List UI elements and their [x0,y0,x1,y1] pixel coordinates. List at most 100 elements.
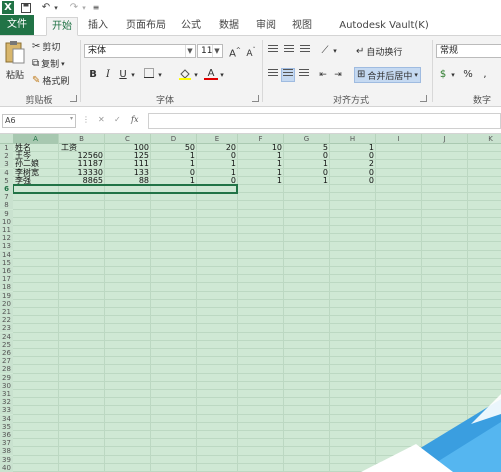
row-header-10[interactable]: 10 [0,217,13,226]
wrap-text-button[interactable]: ↵ 自动换行 [356,45,402,58]
row-header-15[interactable]: 15 [0,258,13,267]
cell-d4[interactable]: 0 [153,168,195,177]
row-header-19[interactable]: 19 [0,291,13,300]
tab-home[interactable]: 开始 [46,17,78,36]
cell-f3[interactable]: 1 [240,160,282,168]
row-header-33[interactable]: 33 [0,406,13,415]
cell-h2[interactable]: 0 [332,152,374,160]
row-header-39[interactable]: 39 [0,455,13,464]
row-header-28[interactable]: 28 [0,365,13,374]
align-top-icon[interactable] [266,44,280,58]
row-header-7[interactable]: 7 [0,193,13,202]
accounting-format-icon[interactable]: $ [436,68,450,82]
cell-f2[interactable]: 1 [240,152,282,160]
redo-icon[interactable]: ↷ [68,1,80,14]
row-header-4[interactable]: 4 [0,168,13,177]
row-header-16[interactable]: 16 [0,267,13,275]
worksheet-grid[interactable]: ABCDEFGHIJK 姓名 工资 100 50 20 10 5 1 王岑 12560 125 1 0 1… [0,134,501,472]
row-header-27[interactable]: 27 [0,357,13,366]
cell-h4[interactable]: 0 [332,168,374,177]
underline-icon[interactable]: U [116,68,130,82]
cell-g5[interactable]: 1 [286,176,328,185]
row-header-8[interactable]: 8 [0,201,13,210]
row-header-29[interactable]: 29 [0,373,13,382]
percent-icon[interactable]: % [461,68,475,82]
row-header-13[interactable]: 13 [0,242,13,251]
cell-g4[interactable]: 0 [286,168,328,177]
cell-h1[interactable]: 1 [332,144,374,152]
row-header-17[interactable]: 17 [0,275,13,284]
column-header-j[interactable]: J [422,134,468,144]
cut-button[interactable]: ✂ 剪切 [32,40,60,53]
name-box[interactable]: A6 [2,114,76,128]
italic-icon[interactable]: I [101,68,115,82]
decrease-indent-icon[interactable]: ⇤ [316,68,330,82]
number-format-combo[interactable]: 常规 [436,44,501,58]
row-header-37[interactable]: 37 [0,439,13,448]
formula-input[interactable] [148,113,501,129]
row-header-26[interactable]: 26 [0,349,13,357]
row-header-24[interactable]: 24 [0,332,13,341]
font-launcher-icon[interactable] [252,95,259,102]
row-header-20[interactable]: 20 [0,299,13,308]
align-bottom-icon[interactable] [298,44,312,58]
comma-style-icon[interactable]: , [478,68,492,82]
tab-review[interactable]: 审阅 [254,17,278,36]
row-header-5[interactable]: 5 [0,176,13,185]
merge-center-button[interactable]: ⊞ 合并后居中 ▾ [354,67,421,83]
row-header-14[interactable]: 14 [0,250,13,259]
enter-icon[interactable]: ✓ [114,115,121,124]
row-header-3[interactable]: 3 [0,160,13,169]
row-header-38[interactable]: 38 [0,447,13,456]
clipboard-launcher-icon[interactable] [70,95,77,102]
insert-function-icon[interactable]: fx [131,115,138,124]
column-header-k[interactable]: K [468,134,501,144]
tab-insert[interactable]: 插入 [84,17,112,36]
cell-g3[interactable]: 1 [286,160,328,168]
row-header-1[interactable]: 1 [0,144,13,152]
cell-g2[interactable]: 0 [286,152,328,160]
redo-dropdown-icon[interactable]: ▾ [80,1,88,14]
row-header-32[interactable]: 32 [0,398,13,407]
tab-autodesk-vault[interactable]: Autodesk Vault(K) [328,17,440,36]
row-header-12[interactable]: 12 [0,234,13,243]
align-right-icon[interactable] [297,68,311,82]
align-center-icon[interactable] [281,68,295,82]
undo-icon[interactable]: ↶ [40,1,52,14]
underline-dropdown-icon[interactable]: ▾ [129,68,137,82]
cell-f5[interactable]: 1 [240,176,282,185]
row-header-25[interactable]: 25 [0,340,13,349]
name-box-dropdown-icon[interactable]: ▾ [70,115,73,122]
cell-g1[interactable]: 5 [286,144,328,152]
increase-font-size-icon[interactable]: A^ [228,44,242,59]
tab-page-layout[interactable]: 页面布局 [124,17,168,36]
orientation-dropdown-icon[interactable]: ▾ [331,44,339,58]
row-header-35[interactable]: 35 [0,422,13,431]
tab-formulas[interactable]: 公式 [178,17,204,36]
cell-h5[interactable]: 0 [332,176,374,185]
cell-d1[interactable]: 50 [153,144,195,152]
column-header-i[interactable]: I [376,134,422,144]
borders-dropdown-icon[interactable]: ▾ [156,68,164,82]
undo-dropdown-icon[interactable]: ▾ [52,1,60,14]
align-middle-icon[interactable] [282,44,296,58]
font-color-dropdown-icon[interactable]: ▾ [218,68,226,82]
copy-button[interactable]: ⧉ 复制 ▾ [32,57,65,70]
row-header-36[interactable]: 36 [0,431,13,439]
cell-h3[interactable]: 2 [332,160,374,168]
row-header-40[interactable]: 40 [0,463,13,472]
format-painter-button[interactable]: ✎ 格式刷 [32,74,69,87]
row-header-11[interactable]: 11 [0,226,13,234]
row-header-22[interactable]: 22 [0,316,13,325]
row-header-18[interactable]: 18 [0,283,13,292]
increase-indent-icon[interactable]: ⇥ [331,68,345,82]
paste-button[interactable]: 粘贴 [4,40,26,81]
accounting-dropdown-icon[interactable]: ▾ [449,68,457,82]
orientation-icon[interactable]: ⟋ [318,44,332,58]
row-header-6[interactable]: 6 [0,185,13,193]
fill-color-dropdown-icon[interactable]: ▾ [192,68,200,82]
row-header-21[interactable]: 21 [0,308,13,316]
row-header-34[interactable]: 34 [0,414,13,423]
fill-color-icon[interactable] [178,68,192,82]
bold-icon[interactable]: B [86,68,100,82]
